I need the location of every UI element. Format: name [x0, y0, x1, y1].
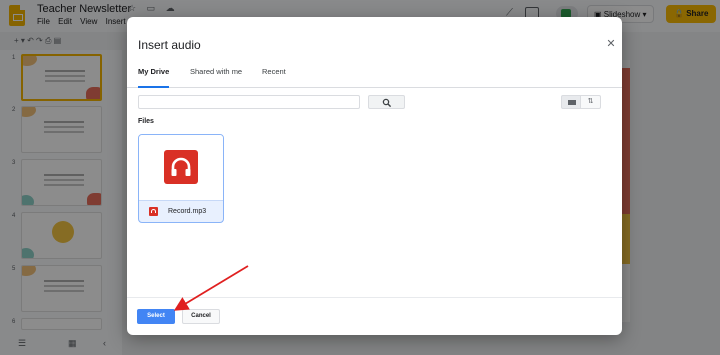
dialog-tabs: My Drive Shared with me Recent	[127, 64, 622, 88]
dialog-footer-divider	[127, 297, 622, 298]
tab-shared-with-me[interactable]: Shared with me	[190, 67, 242, 88]
file-footer: Record.mp3	[139, 201, 223, 222]
select-button[interactable]: Select	[137, 309, 175, 324]
audio-file-icon	[149, 207, 158, 216]
list-view-toggle[interactable]	[561, 95, 581, 109]
files-section-label: Files	[138, 118, 154, 125]
close-icon[interactable]: ✕	[605, 38, 617, 50]
search-input[interactable]	[138, 95, 360, 109]
headphones-icon	[164, 150, 198, 184]
tab-my-drive[interactable]: My Drive	[138, 67, 170, 88]
search-icon	[382, 98, 392, 108]
file-preview	[139, 135, 223, 201]
dialog-title: Insert audio	[138, 38, 201, 52]
cancel-button[interactable]: Cancel	[182, 309, 220, 324]
sort-options-icon[interactable]: ⇅	[581, 95, 601, 109]
file-card[interactable]: Record.mp3	[138, 134, 224, 223]
search-button[interactable]	[368, 95, 405, 109]
file-name: Record.mp3	[168, 208, 207, 215]
tab-recent[interactable]: Recent	[262, 67, 286, 88]
insert-audio-dialog: Insert audio ✕ My Drive Shared with me R…	[127, 17, 622, 335]
